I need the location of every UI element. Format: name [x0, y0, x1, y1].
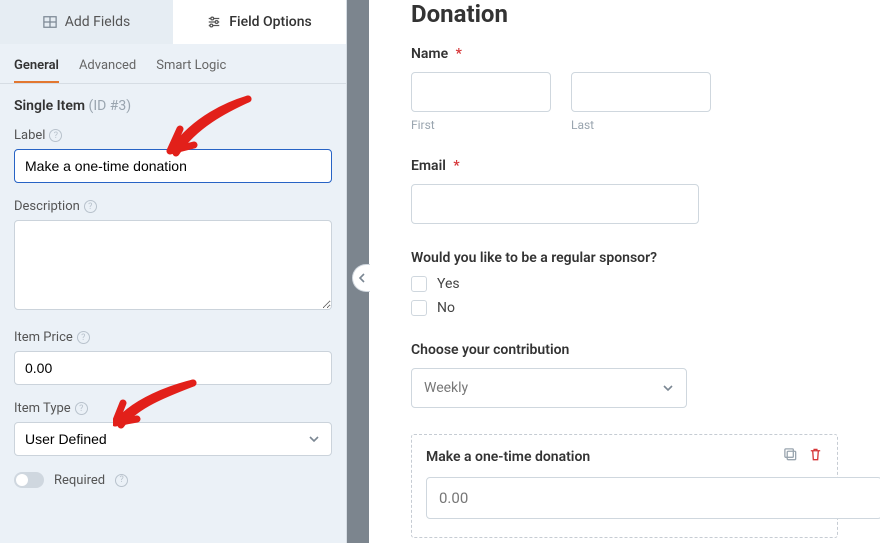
form-title: Donation — [411, 0, 866, 28]
panel-divider — [347, 0, 369, 543]
trash-icon[interactable] — [808, 447, 823, 462]
required-star: * — [456, 46, 462, 62]
name-label: Name — [411, 46, 448, 62]
tab-field-options[interactable]: Field Options — [173, 0, 346, 44]
subtab-general[interactable]: General — [14, 58, 59, 83]
required-toggle[interactable] — [14, 472, 44, 488]
email-field[interactable]: Email * — [411, 158, 838, 224]
sponsor-label: Would you like to be a regular sponsor? — [411, 250, 838, 266]
first-name-input[interactable] — [411, 72, 551, 112]
selected-field-single-item[interactable]: Make a one-time donation 0.00 — [411, 434, 838, 538]
duplicate-icon[interactable] — [783, 447, 798, 462]
tab-add-fields-label: Add Fields — [65, 14, 131, 30]
sliders-icon — [207, 15, 221, 29]
item-type-label: Item Type — [14, 401, 71, 416]
last-name-input[interactable] — [571, 72, 711, 112]
last-sublabel: Last — [571, 118, 711, 132]
help-icon[interactable]: ? — [77, 331, 90, 344]
item-price-label: Item Price — [14, 330, 73, 345]
tab-add-fields[interactable]: Add Fields — [0, 0, 173, 44]
label-field-label: Label — [14, 128, 45, 143]
help-icon[interactable]: ? — [115, 474, 128, 487]
selected-field-label: Make a one-time donation — [426, 449, 823, 465]
contribution-label: Choose your contribution — [411, 342, 838, 358]
label-input[interactable] — [14, 149, 332, 183]
chevron-down-icon — [662, 382, 674, 394]
description-field-label: Description — [14, 199, 80, 214]
subtab-advanced[interactable]: Advanced — [79, 58, 136, 83]
grid-icon — [43, 15, 57, 29]
single-item-id: (ID #3) — [89, 98, 132, 114]
first-sublabel: First — [411, 118, 551, 132]
name-field[interactable]: Name * First Last — [411, 46, 838, 132]
sponsor-option-no[interactable]: No — [411, 300, 838, 316]
description-textarea[interactable] — [14, 220, 332, 310]
contribution-select[interactable]: Weekly — [411, 368, 687, 408]
sponsor-field[interactable]: Would you like to be a regular sponsor? … — [411, 250, 838, 316]
sub-tabs: General Advanced Smart Logic — [0, 44, 346, 84]
sponsor-option-yes[interactable]: Yes — [411, 276, 838, 292]
contribution-value: Weekly — [424, 380, 468, 396]
email-input[interactable] — [411, 184, 699, 224]
checkbox-icon — [411, 300, 427, 316]
item-type-select[interactable] — [14, 422, 332, 456]
option-yes-label: Yes — [437, 276, 460, 292]
single-item-header: Single Item (ID #3) — [14, 98, 332, 114]
email-label: Email — [411, 158, 446, 174]
contribution-field[interactable]: Choose your contribution Weekly — [411, 342, 838, 408]
label-row: Label ? — [14, 128, 332, 183]
checkbox-icon — [411, 276, 427, 292]
option-no-label: No — [437, 300, 455, 316]
description-row: Description ? — [14, 199, 332, 314]
single-item-title: Single Item — [14, 98, 85, 114]
donation-amount-value: 0.00 — [439, 489, 468, 507]
help-icon[interactable]: ? — [75, 402, 88, 415]
required-label: Required — [54, 473, 105, 488]
panel-collapse-handle[interactable] — [352, 264, 370, 292]
item-type-row: Item Type ? — [14, 401, 332, 456]
tab-field-options-label: Field Options — [229, 14, 311, 30]
item-price-input[interactable] — [14, 351, 332, 385]
help-icon[interactable]: ? — [49, 129, 62, 142]
top-tabs: Add Fields Field Options — [0, 0, 346, 44]
required-star: * — [453, 158, 459, 174]
item-price-row: Item Price ? — [14, 330, 332, 385]
subtab-smart-logic[interactable]: Smart Logic — [156, 58, 226, 83]
options-panel: Single Item (ID #3) Label ? Description … — [0, 84, 346, 508]
required-row: Required ? — [14, 472, 332, 488]
form-preview: Donation Name * First Last — [369, 0, 880, 543]
donation-amount-input[interactable]: 0.00 — [426, 477, 880, 519]
help-icon[interactable]: ? — [84, 200, 97, 213]
sidebar: Add Fields Field Options General Advance… — [0, 0, 347, 543]
